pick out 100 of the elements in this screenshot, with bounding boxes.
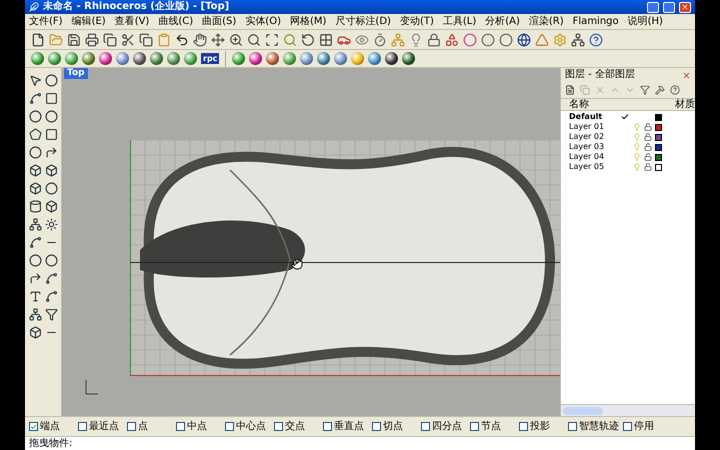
curve-icon[interactable]	[28, 272, 42, 285]
checkbox[interactable]	[176, 422, 185, 431]
osnap-label: 智慧轨迹	[579, 422, 619, 432]
layer-color-swatch[interactable]	[655, 144, 662, 150]
move-icon[interactable]	[211, 32, 225, 46]
text-icon[interactable]	[28, 290, 42, 303]
layer-color-swatch[interactable]	[655, 124, 662, 130]
checkbox[interactable]	[78, 422, 87, 431]
maximize-button[interactable]	[663, 2, 675, 12]
menu-item[interactable]: Flamingo	[572, 16, 619, 26]
layer-name[interactable]: Layer 04	[569, 153, 619, 161]
shapes-icon[interactable]	[445, 32, 459, 46]
menu-item[interactable]: 说明(H)	[628, 16, 663, 26]
help-icon[interactable]	[670, 85, 680, 95]
menu-item[interactable]: 文件(F)	[29, 16, 63, 26]
zoom-window-icon[interactable]	[247, 32, 261, 46]
checkbox[interactable]	[470, 422, 479, 431]
checkbox[interactable]	[421, 422, 430, 431]
checkbox[interactable]	[225, 422, 234, 431]
cylinder-icon[interactable]	[28, 200, 42, 213]
layer-color-swatch[interactable]	[655, 114, 662, 120]
eye-icon[interactable]	[355, 32, 369, 46]
layer-name[interactable]: Layer 05	[569, 163, 619, 171]
menu-item[interactable]: 工具(L)	[442, 16, 476, 26]
cube-icon[interactable]	[28, 326, 42, 339]
unlocked-icon[interactable]	[644, 133, 652, 141]
light-bulb-icon[interactable]	[409, 32, 423, 46]
checkbox[interactable]	[127, 422, 136, 431]
render-sphere-icon[interactable]	[517, 32, 531, 46]
close-button[interactable]	[679, 2, 691, 12]
unlocked-icon[interactable]	[644, 123, 652, 131]
filter-icon[interactable]	[640, 85, 650, 95]
menu-item[interactable]: 渲染(R)	[528, 16, 564, 26]
cut-icon[interactable]	[121, 32, 135, 46]
print-icon[interactable]	[85, 32, 99, 46]
viewport[interactable]: Top	[62, 68, 560, 416]
osnap-label: 点	[138, 422, 148, 432]
page-copy-icon[interactable]	[103, 32, 117, 46]
unlocked-icon[interactable]	[644, 143, 652, 151]
checkbox[interactable]	[323, 422, 332, 431]
checkbox[interactable]	[623, 422, 632, 431]
new-layer-icon[interactable]	[565, 85, 575, 95]
minimize-button[interactable]	[647, 2, 659, 12]
close-icon[interactable]	[682, 70, 691, 80]
menu-item[interactable]: 变动(T)	[400, 16, 434, 26]
menu-item[interactable]: 网格(M)	[290, 16, 326, 26]
layer-color-swatch[interactable]	[655, 134, 662, 140]
unlocked-icon[interactable]	[644, 153, 652, 161]
layer-color-swatch[interactable]	[655, 154, 662, 160]
viewport-layout-icon[interactable]	[319, 32, 333, 46]
menu-item[interactable]: 查看(V)	[114, 16, 150, 26]
help-icon[interactable]	[589, 32, 603, 46]
osnap-label: 中点	[187, 422, 207, 432]
checkbox[interactable]	[274, 422, 283, 431]
unlocked-icon[interactable]	[644, 163, 652, 171]
copy-icon[interactable]	[139, 32, 153, 46]
osnap-label: 节点	[481, 422, 501, 432]
layer-color-swatch[interactable]	[655, 164, 662, 170]
menu-item[interactable]: 分析(A)	[485, 16, 520, 26]
column-header[interactable]: 名称	[569, 100, 589, 110]
axis-icon	[84, 380, 98, 396]
menu-item[interactable]: 曲面(S)	[202, 16, 236, 26]
menu-item[interactable]: 编辑(E)	[72, 16, 106, 26]
viewport-title-tab[interactable]: Top	[64, 68, 88, 79]
new-file-icon[interactable]	[31, 32, 45, 46]
box-icon[interactable]	[28, 182, 42, 195]
close-icon	[681, 3, 689, 11]
zoom-icon[interactable]	[229, 32, 243, 46]
menu-item[interactable]: 实体(O)	[245, 16, 281, 26]
layer-name[interactable]: Layer 01	[569, 123, 619, 131]
column-header[interactable]: 材质	[675, 100, 695, 110]
checkbox[interactable]	[568, 422, 577, 431]
osnap-label: 停用	[634, 422, 654, 432]
timer-icon[interactable]	[373, 32, 387, 46]
layer-name[interactable]: Layer 03	[569, 143, 619, 151]
checkbox[interactable]	[29, 422, 38, 431]
select-arrow-icon[interactable]	[28, 74, 42, 87]
osnap-label: 端点	[40, 422, 60, 432]
checkbox[interactable]	[519, 422, 528, 431]
window-title: 未命名 - Rhinoceros (企业版) - [Top]	[43, 2, 230, 12]
layer-name[interactable]: Default	[569, 113, 619, 121]
horizontal-scrollbar[interactable]	[561, 404, 695, 416]
osnap-label: 中心点	[236, 422, 266, 432]
undo-icon[interactable]	[175, 32, 189, 46]
rectangle-icon[interactable]	[44, 128, 58, 141]
rotate-view-icon[interactable]	[301, 32, 315, 46]
menu-item[interactable]: 尺寸标注(D)	[335, 16, 391, 26]
rpc-button[interactable]: rpc	[201, 53, 220, 64]
menu-item[interactable]: 曲线(C)	[158, 16, 194, 26]
osnap-label: 切点	[383, 422, 403, 432]
pan-hand-icon[interactable]	[193, 32, 207, 46]
save-icon[interactable]	[67, 32, 81, 46]
hand-cursor-icon	[291, 258, 303, 270]
burst-icon[interactable]	[44, 218, 58, 231]
zoom-extents-icon[interactable]	[265, 32, 279, 46]
curve-edit-icon[interactable]	[44, 272, 58, 285]
layer-name[interactable]: Layer 02	[569, 133, 619, 141]
lock-icon[interactable]	[427, 32, 441, 46]
checkbox[interactable]	[372, 422, 381, 431]
osnap-label: 四分点	[432, 422, 462, 432]
